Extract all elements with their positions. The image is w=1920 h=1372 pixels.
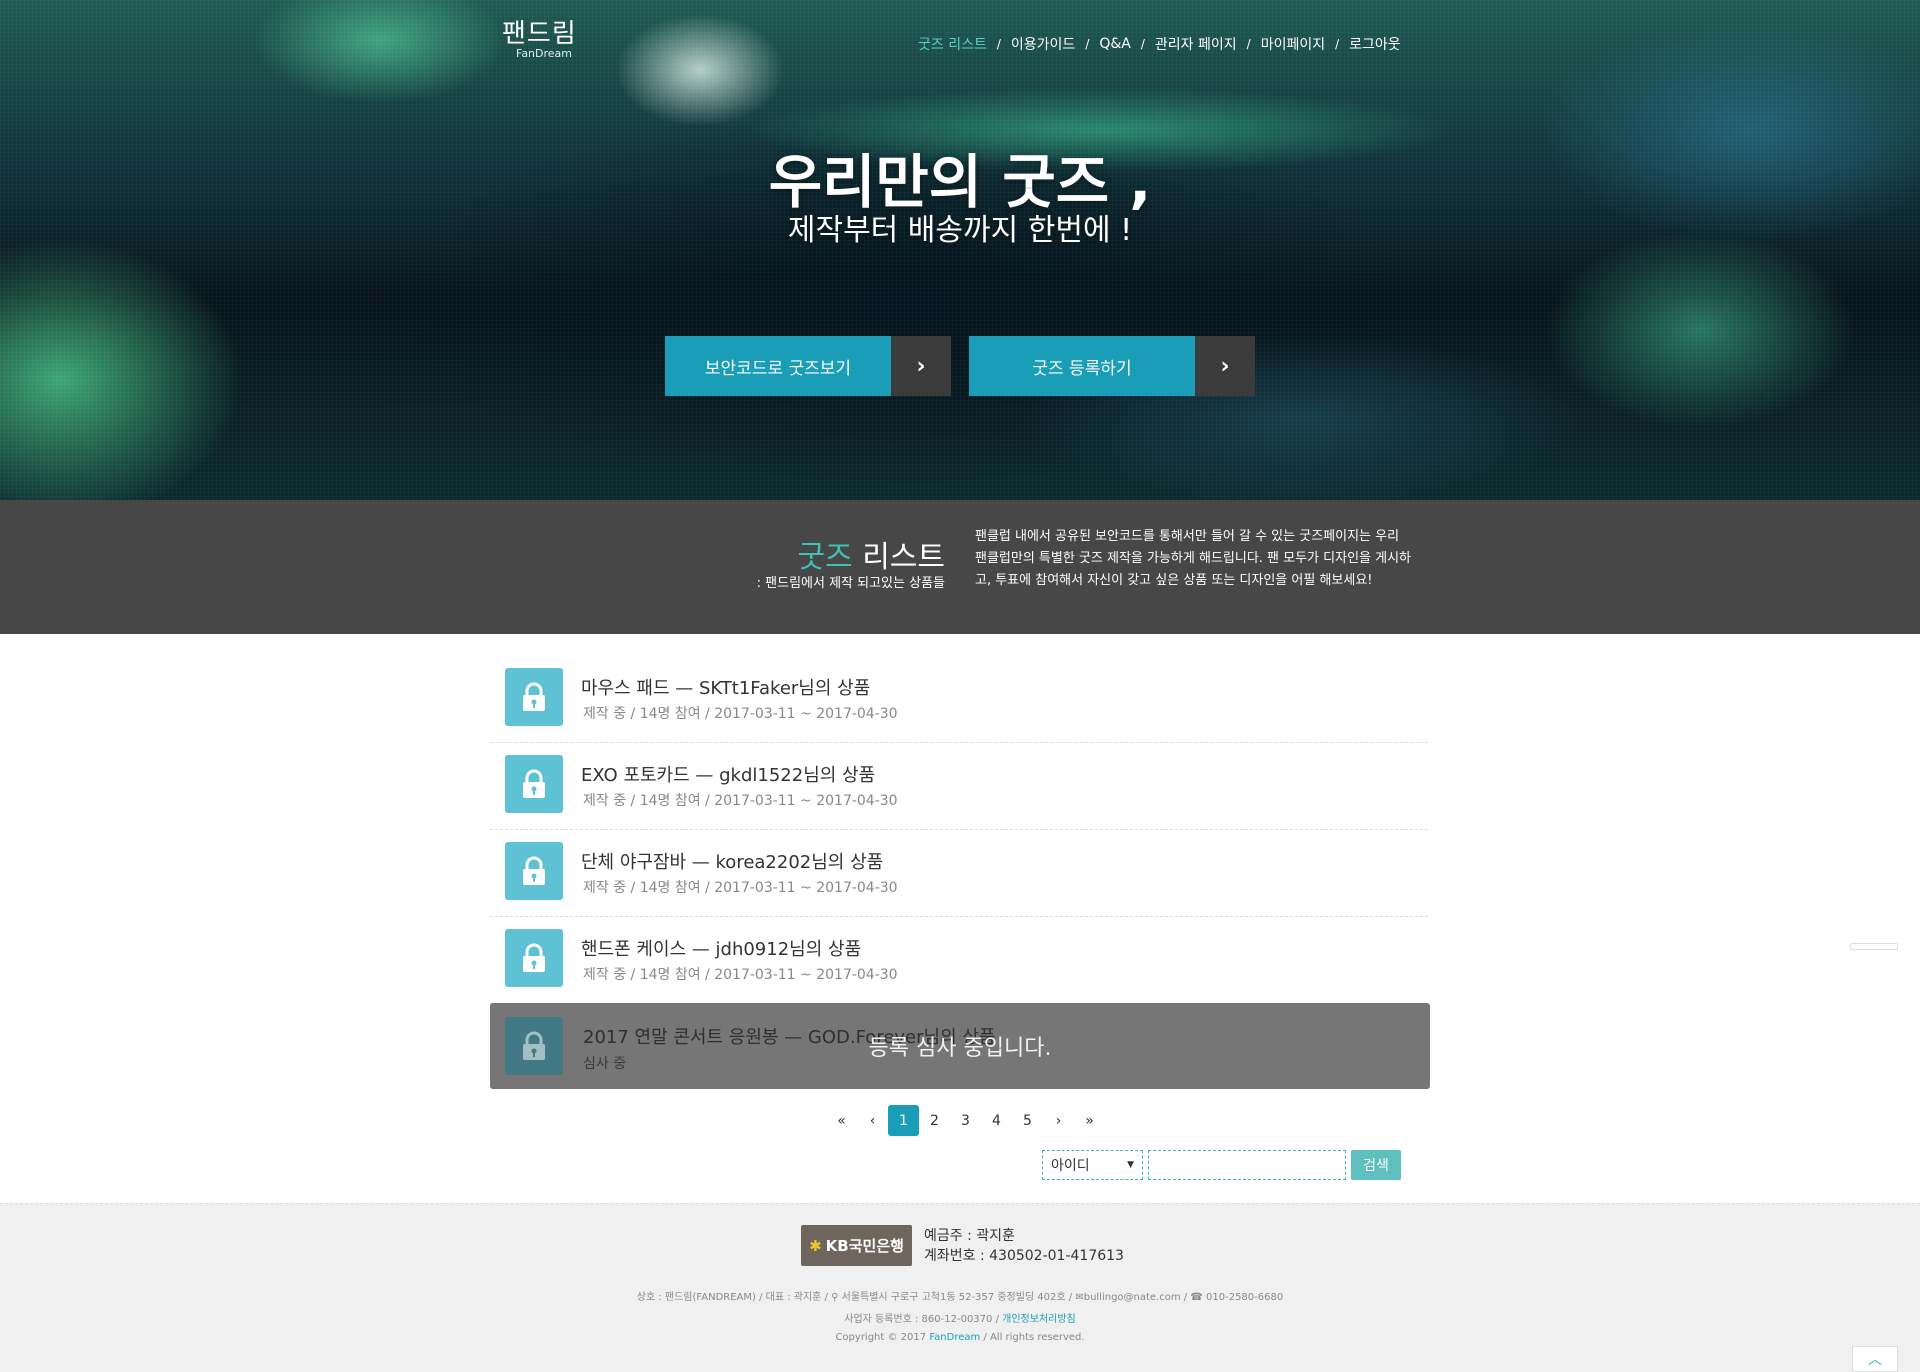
prev-page-icon[interactable]: ‹ [857,1105,888,1136]
nav-mypage[interactable]: 마이페이지 [1261,34,1325,54]
section-title-accent: 굿즈 [797,540,853,575]
bank-info: 예금주 : 곽지훈 계좌번호 : 430502-01-417613 [924,1226,1124,1266]
review-overlay: 등록 심사 중입니다. [868,1036,1052,1061]
lock-icon [505,842,563,900]
chevron-up-icon: ︿ [1868,1352,1882,1368]
item-name: EXO 포토카드 — gkdl1522님의 상품 [581,765,876,786]
top-nav: 굿즈 리스트 / 이용가이드 / Q&A / 관리자 페이지 / 마이페이지 /… [918,34,1401,54]
search-button[interactable]: 검색 [1351,1150,1401,1180]
last-page-icon[interactable]: » [1074,1105,1105,1136]
hero-banner [0,0,1920,500]
map-marker-icon: ⚲ [831,1292,839,1303]
chevron-right-icon: › [1195,336,1255,396]
phone-icon: ☎ [1190,1292,1203,1303]
item-meta: 제작 중 / 14명 참여 / 2017-03-11 ~ 2017-04-30 [583,706,898,722]
hero-subtitle: 제작부터 배송까지 한번에 ! [787,213,1133,248]
search-field-select[interactable]: 아이디 ▼ [1042,1150,1143,1180]
nav-guide[interactable]: 이용가이드 [1011,34,1075,54]
nav-goods-list[interactable]: 굿즈 리스트 [918,34,987,54]
search-bar: 아이디 ▼ 검색 [1042,1150,1401,1180]
copyright-post: / All rights reserved. [980,1332,1085,1343]
page-5[interactable]: 5 [1012,1105,1043,1136]
site-logo[interactable]: 팬드림 FanDream [502,20,582,66]
scroll-top-button[interactable]: ︿ [1852,1346,1898,1372]
company-info: 상호 : 팬드림(FANDREAM) / 대표 : 곽지훈 / ⚲ 서울특별시 … [636,1292,1284,1303]
item-name: 핸드폰 케이스 — jdh0912님의 상품 [581,939,862,960]
nav-separator: / [1335,37,1340,51]
envelope-icon: ✉ [1075,1292,1084,1303]
copyright-pre: Copyright © 2017 [835,1332,930,1343]
kb-star-icon: ✱ [809,1236,822,1255]
lock-icon [505,929,563,987]
page-2[interactable]: 2 [919,1105,950,1136]
lock-icon [505,755,563,813]
nav-admin[interactable]: 관리자 페이지 [1155,34,1237,54]
company-name: 상호 : 팬드림(FANDREAM) [636,1292,756,1303]
nav-qna[interactable]: Q&A [1099,36,1131,52]
security-code-button[interactable]: 보안코드로 굿즈보기 › [665,336,951,396]
biz-info: 사업자 등록번호 : 860-12-00370 / 개인정보처리방침 [844,1314,1076,1325]
copyright-brand[interactable]: FanDream [929,1332,980,1343]
item-meta: 제작 중 / 14명 참여 / 2017-03-11 ~ 2017-04-30 [583,967,898,983]
list-item[interactable]: EXO 포토카드 — gkdl1522님의 상품 제작 중 / 14명 참여 /… [490,743,1428,830]
section-header [0,500,1920,634]
logo-ko: 팬드림 [502,19,577,49]
section-title-rest: 리스트 [852,540,945,575]
company-phone: 010-2580-6680 [1206,1292,1284,1303]
bank-logo: ✱ KB국민은행 [801,1225,912,1266]
section-caption: : 팬드림에서 제작 되고있는 상품들 [756,576,945,591]
bank-logo-text: KB국민은행 [825,1237,904,1255]
caret-down-icon: ▼ [1127,1160,1134,1170]
nav-separator: / [1246,37,1251,51]
company-ceo: 대표 : 곽지훈 [765,1292,822,1303]
search-input[interactable] [1148,1150,1346,1180]
page-4[interactable]: 4 [981,1105,1012,1136]
goods-list: 마우스 패드 — SKTt1Faker님의 상품 제작 중 / 14명 참여 /… [490,656,1430,1089]
list-item[interactable]: 단체 야구잠바 — korea2202님의 상품 제작 중 / 14명 참여 /… [490,830,1428,917]
security-code-button-label: 보안코드로 굿즈보기 [665,336,891,396]
pagination: « ‹ 1 2 3 4 5 › » [826,1105,1105,1136]
first-page-icon[interactable]: « [826,1105,857,1136]
biz-number: 사업자 등록번호 : 860-12-00370 [844,1314,993,1325]
chevron-right-icon: › [891,336,951,396]
account-number: 계좌번호 : 430502-01-417613 [924,1248,1124,1264]
item-meta: 제작 중 / 14명 참여 / 2017-03-11 ~ 2017-04-30 [583,880,898,896]
nav-separator: / [996,37,1001,51]
company-email: bullingo@nate.com [1083,1292,1181,1303]
page-1[interactable]: 1 [888,1105,919,1136]
item-name: 마우스 패드 — SKTt1Faker님의 상품 [581,678,871,699]
nav-separator: / [1140,37,1145,51]
list-item[interactable]: 핸드폰 케이스 — jdh0912님의 상품 제작 중 / 14명 참여 / 2… [490,917,1428,1004]
nav-separator: / [1085,37,1090,51]
logo-en: FanDream [516,47,573,60]
privacy-link[interactable]: 개인정보처리방침 [1002,1314,1076,1325]
section-title: 굿즈 리스트 [797,532,945,576]
item-name: 단체 야구잠바 — korea2202님의 상품 [581,852,884,873]
company-address: 서울특별시 구로구 고척1동 52-357 중정빌딩 402호 [841,1292,1066,1303]
copyright: Copyright © 2017 FanDream / All rights r… [0,1332,1920,1343]
register-goods-button-label: 굿즈 등록하기 [969,336,1195,396]
list-item-under-review[interactable]: 2017 연말 콘서트 응원봉 — GOD.Forever님의 상품 심사 중 … [490,1003,1430,1089]
side-scroll-handle[interactable] [1850,943,1898,950]
section-description: 팬클럽 내에서 공유된 보안코드를 통해서만 들어 갈 수 있는 굿즈페이지는 … [975,529,1412,588]
lock-icon [505,668,563,726]
account-holder: 예금주 : 곽지훈 [924,1228,1015,1244]
item-meta: 제작 중 / 14명 참여 / 2017-03-11 ~ 2017-04-30 [583,793,898,809]
list-item[interactable]: 마우스 패드 — SKTt1Faker님의 상품 제작 중 / 14명 참여 /… [490,656,1428,743]
register-goods-button[interactable]: 굿즈 등록하기 › [969,336,1255,396]
page-3[interactable]: 3 [950,1105,981,1136]
search-field-value: 아이디 [1051,1158,1090,1174]
next-page-icon[interactable]: › [1043,1105,1074,1136]
nav-logout[interactable]: 로그아웃 [1349,34,1401,54]
